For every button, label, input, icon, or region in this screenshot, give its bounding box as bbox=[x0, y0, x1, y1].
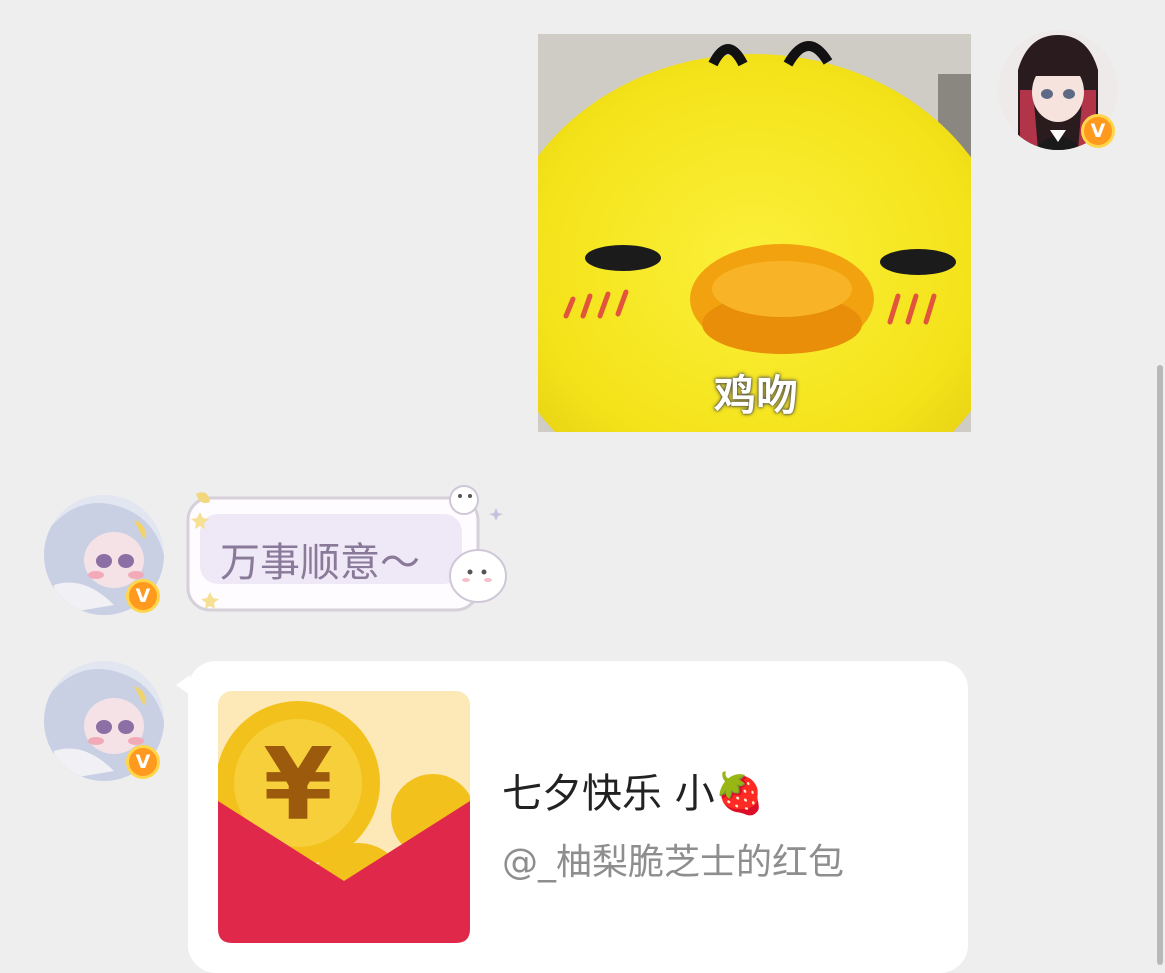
red-packet-title: 七夕快乐 小🍓 bbox=[502, 771, 765, 817]
bubble-tail bbox=[176, 675, 190, 695]
red-packet-icon: ¥ bbox=[218, 691, 470, 943]
greeting-bubble[interactable]: 万事顺意～ bbox=[186, 485, 507, 614]
vip-badge-friend: V bbox=[126, 579, 160, 613]
red-packet-sender: @_柚梨脆芝士的红包 bbox=[502, 842, 845, 883]
svg-text:¥: ¥ bbox=[263, 726, 333, 843]
scrollbar[interactable] bbox=[1157, 365, 1163, 965]
sticker-message[interactable]: 鸡吻 bbox=[538, 34, 971, 432]
vip-badge-self: V bbox=[1081, 114, 1115, 148]
greeting-text: 万事顺意～ bbox=[220, 540, 420, 586]
red-packet-card[interactable]: ¥ 七夕快乐 小🍓 @_柚梨脆芝士的红包 bbox=[176, 661, 968, 973]
vip-badge-friend-2: V bbox=[126, 745, 160, 779]
sticker-caption: 鸡吻 bbox=[714, 371, 799, 420]
